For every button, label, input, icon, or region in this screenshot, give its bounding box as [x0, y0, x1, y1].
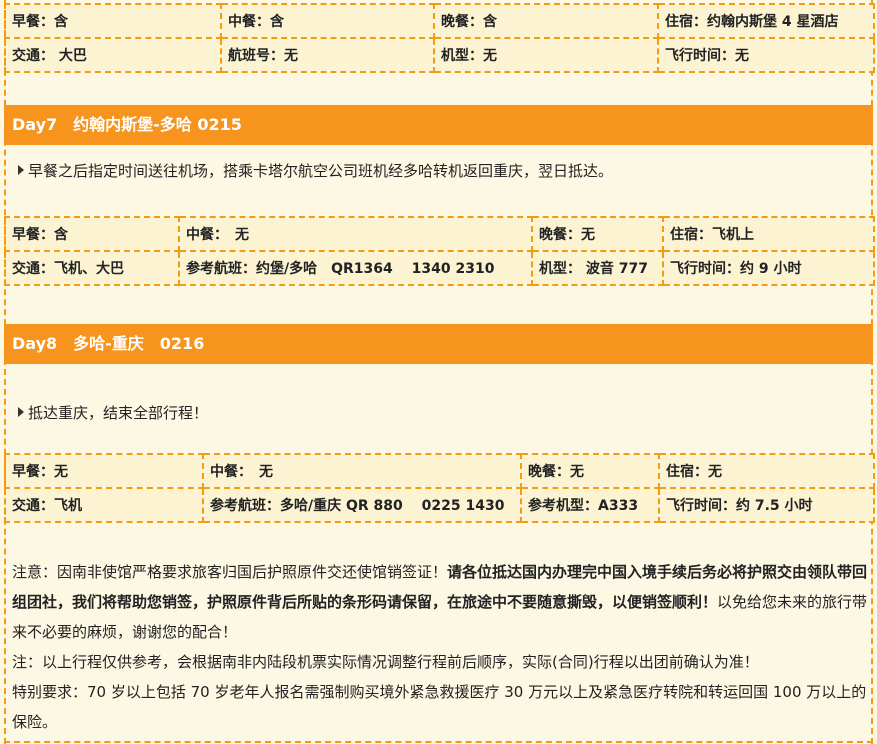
- itinerary-page: 早餐：含 中餐：含 晚餐：含 住宿：约翰内斯堡 4 星酒店 交通： 大巴 航班号…: [0, 0, 877, 744]
- day6-info-table: 早餐：含 中餐：含 晚餐：含 住宿：约翰内斯堡 4 星酒店 交通： 大巴 航班号…: [4, 3, 875, 73]
- day7-description: 早餐之后指定时间送往机场，搭乘卡塔尔航空公司班机经多哈转机返回重庆，翌日抵达。: [18, 160, 613, 181]
- day8-info-table: 早餐：无 中餐： 无 晚餐：无 住宿：无 交通：飞机 参考航班：多哈/重庆 QR…: [4, 453, 875, 523]
- flight-time-cell: 飞行时间：无: [657, 37, 875, 73]
- table-row: 早餐：含 中餐： 无 晚餐：无 住宿：飞机上: [4, 216, 875, 252]
- table-row: 早餐：含 中餐：含 晚餐：含 住宿：约翰内斯堡 4 星酒店: [4, 3, 875, 39]
- bullet-triangle-icon: [18, 407, 24, 417]
- hotel-cell: 住宿：飞机上: [662, 216, 875, 252]
- breakfast-cell: 早餐：无: [4, 453, 204, 489]
- visa-note: 注意：因南非使馆严格要求旅客归国后护照原件交还使馆销签证！请各位抵达国内办理完中…: [12, 557, 870, 647]
- breakfast-cell: 早餐：含: [4, 216, 180, 252]
- flight-time-cell: 飞行时间：约 9 小时: [662, 250, 875, 286]
- day7-info-table: 早餐：含 中餐： 无 晚餐：无 住宿：飞机上 交通：飞机、大巴 参考航班：约堡/…: [4, 216, 875, 286]
- transport-cell: 交通：飞机: [4, 487, 204, 523]
- dinner-cell: 晚餐：无: [531, 216, 664, 252]
- itinerary-disclaimer: 注：以上行程仅供参考，会根据南非内陆段机票实际情况调整行程前后顺序，实际(合同)…: [12, 653, 759, 671]
- bottom-divider: [4, 741, 873, 743]
- flight-cell: 航班号：无: [220, 37, 435, 73]
- table-row: 交通：飞机、大巴 参考航班：约堡/多哈 QR1364 1340 2310 机型：…: [4, 250, 875, 286]
- day8-desc-text: 抵达重庆，结束全部行程！: [28, 404, 209, 422]
- aircraft-cell: 参考机型：A333: [520, 487, 660, 523]
- hotel-cell: 住宿：约翰内斯堡 4 星酒店: [657, 3, 875, 39]
- table-row: 早餐：无 中餐： 无 晚餐：无 住宿：无: [4, 453, 875, 489]
- dinner-cell: 晚餐：含: [433, 3, 659, 39]
- dinner-cell: 晚餐：无: [520, 453, 660, 489]
- aircraft-cell: 机型： 波音 777: [531, 250, 664, 286]
- transport-cell: 交通： 大巴: [4, 37, 222, 73]
- flight-time-cell: 飞行时间：约 7.5 小时: [658, 487, 875, 523]
- day7-header: Day7 约翰内斯堡-多哈 0215: [4, 105, 873, 145]
- table-row: 交通： 大巴 航班号：无 机型：无 飞行时间：无: [4, 37, 875, 73]
- day8-description: 抵达重庆，结束全部行程！: [18, 402, 208, 423]
- hotel-cell: 住宿：无: [658, 453, 875, 489]
- table-row: 交通：飞机 参考航班：多哈/重庆 QR 880 0225 1430 参考机型：A…: [4, 487, 875, 523]
- breakfast-cell: 早餐：含: [4, 3, 222, 39]
- day7-desc-text: 早餐之后指定时间送往机场，搭乘卡塔尔航空公司班机经多哈转机返回重庆，翌日抵达。: [28, 162, 614, 180]
- transport-cell: 交通：飞机、大巴: [4, 250, 180, 286]
- lunch-cell: 中餐： 无: [202, 453, 522, 489]
- lunch-cell: 中餐：含: [220, 3, 435, 39]
- visa-note-intro: 注意：因南非使馆严格要求旅客归国后护照原件交还使馆销签证！: [12, 563, 448, 581]
- day8-header: Day8 多哈-重庆 0216: [4, 324, 873, 364]
- special-requirement: 特别要求：70 岁以上包括 70 岁老年人报名需强制购买境外紧急救援医疗 30 …: [12, 683, 867, 731]
- flight-cell: 参考航班：多哈/重庆 QR 880 0225 1430: [202, 487, 522, 523]
- aircraft-cell: 机型：无: [433, 37, 659, 73]
- lunch-cell: 中餐： 无: [178, 216, 533, 252]
- notes-section: 注意：因南非使馆严格要求旅客归国后护照原件交还使馆销签证！请各位抵达国内办理完中…: [12, 557, 870, 737]
- flight-cell: 参考航班：约堡/多哈 QR1364 1340 2310: [178, 250, 533, 286]
- bullet-triangle-icon: [18, 165, 24, 175]
